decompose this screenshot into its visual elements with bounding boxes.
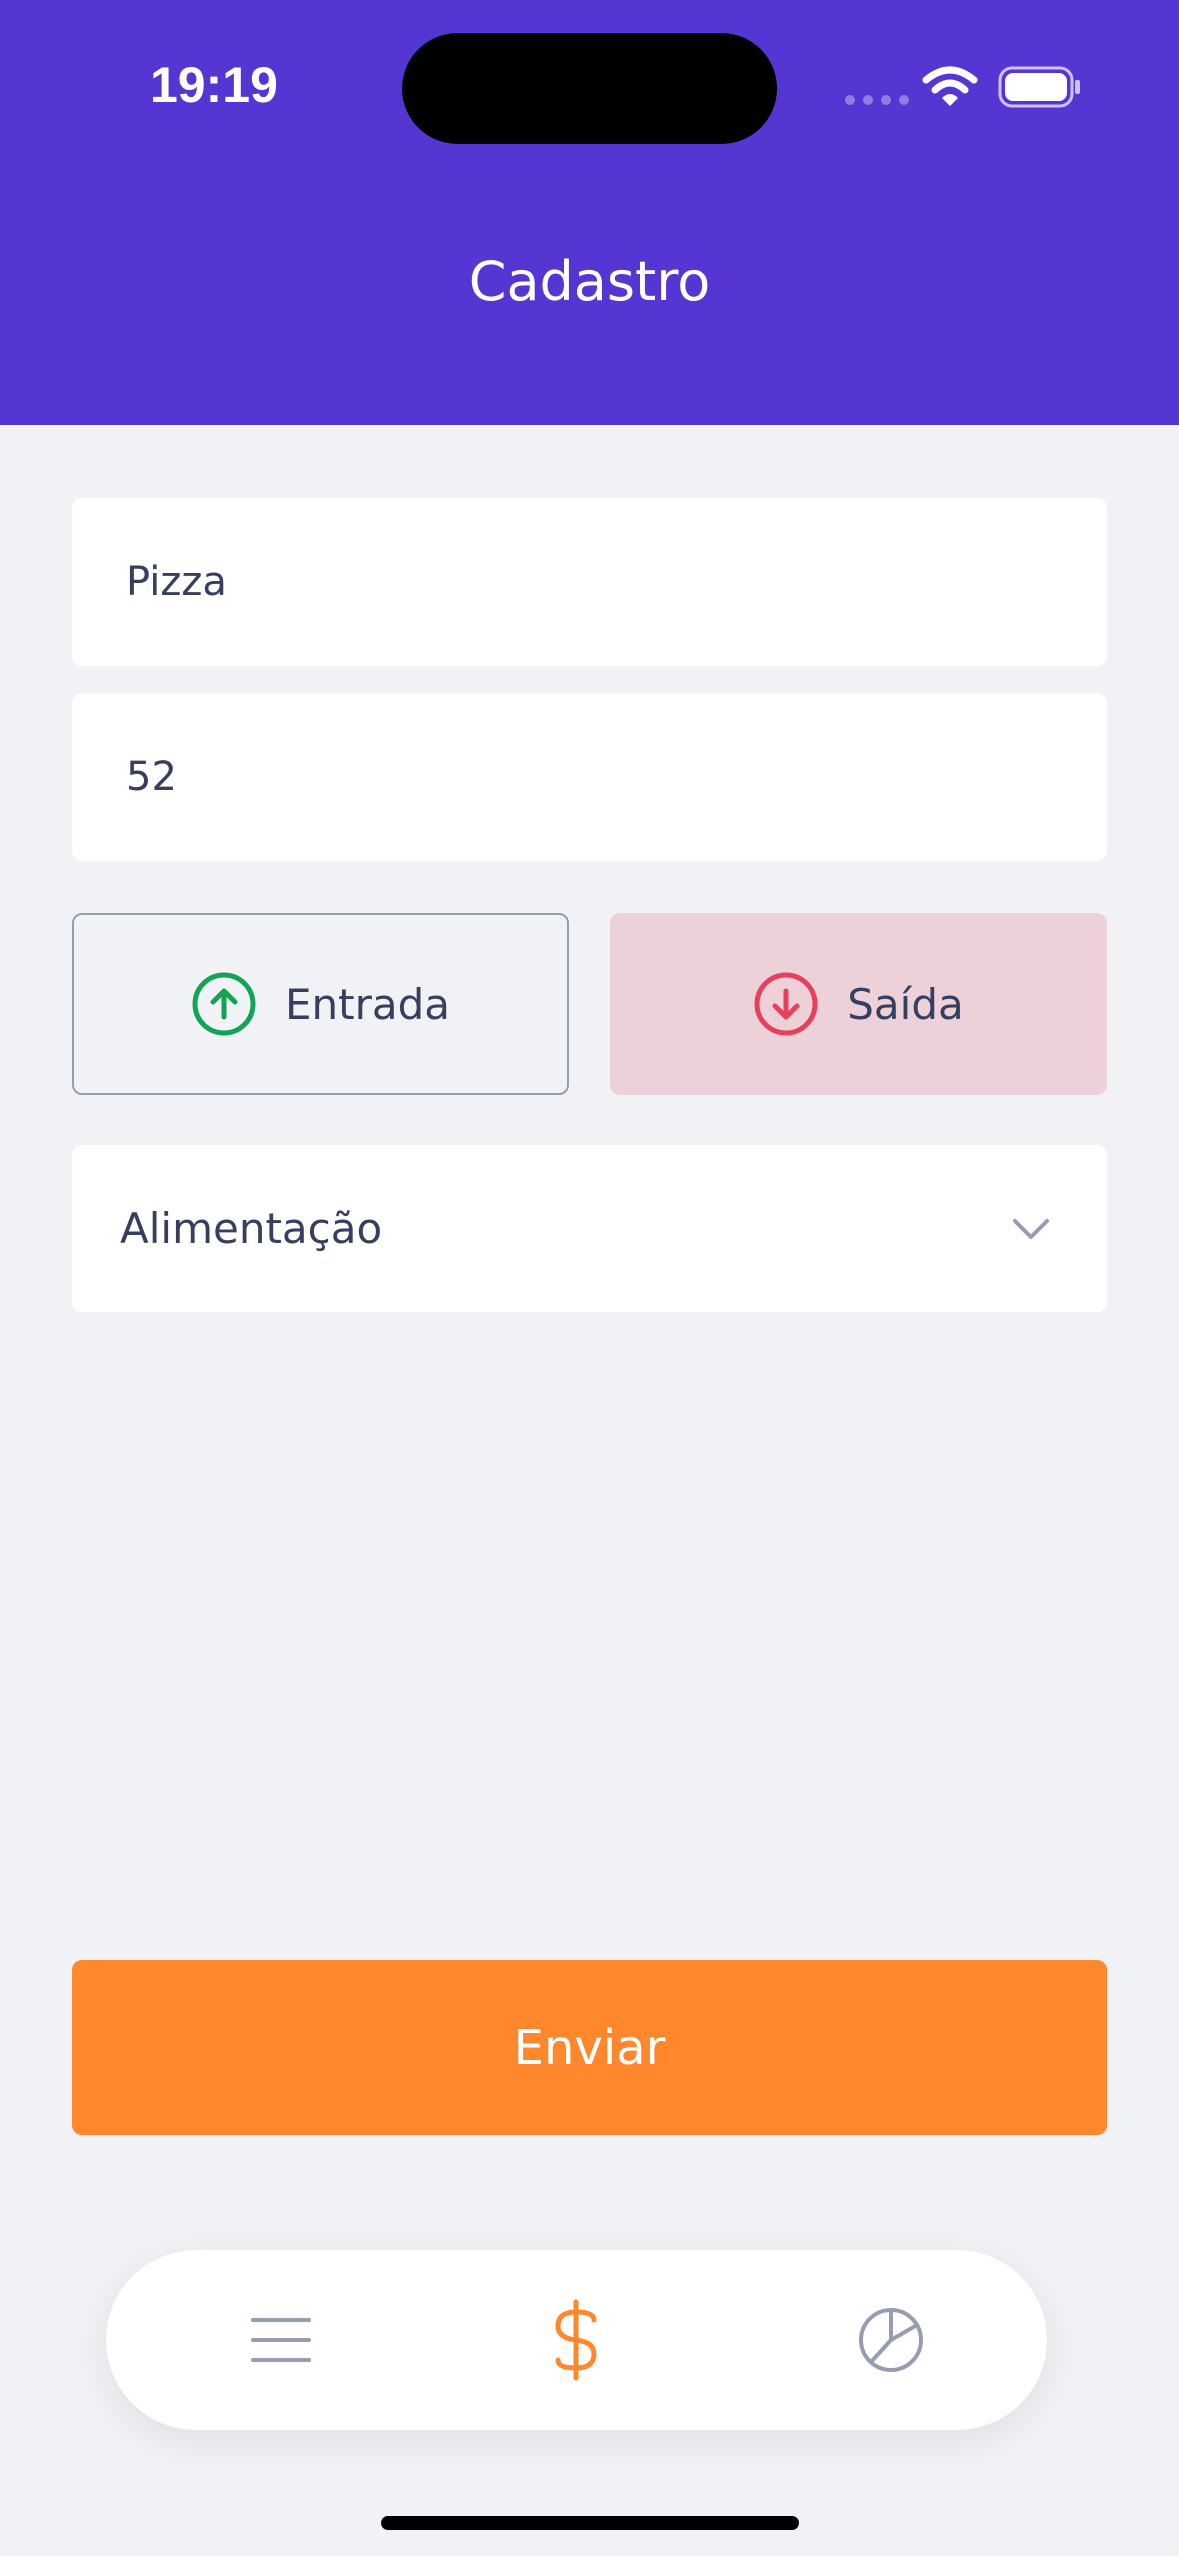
arrow-up-circle-icon — [192, 972, 256, 1036]
wifi-icon — [922, 66, 978, 106]
pie-chart-icon[interactable] — [841, 2290, 941, 2390]
status-time: 19:19 — [150, 57, 278, 113]
dynamic-island — [402, 33, 777, 144]
type-income-label: Entrada — [284, 979, 451, 1029]
type-outcome-button[interactable]: Saída — [610, 913, 1107, 1095]
type-outcome-label: Saída — [847, 979, 964, 1029]
submit-button[interactable]: Enviar — [72, 1960, 1107, 2135]
name-field[interactable] — [72, 498, 1107, 666]
category-value: Alimentação — [120, 1204, 383, 1253]
page-title: Cadastro — [468, 250, 711, 313]
dollar-icon[interactable] — [526, 2290, 626, 2390]
tab-bar — [106, 2250, 1047, 2430]
submit-label: Enviar — [513, 2019, 666, 2076]
amount-field[interactable] — [72, 693, 1107, 861]
name-input[interactable] — [72, 498, 1107, 666]
amount-input[interactable] — [72, 693, 1107, 861]
type-income-button[interactable]: Entrada — [72, 913, 569, 1095]
home-indicator — [381, 2516, 799, 2530]
category-select[interactable]: Alimentação — [72, 1145, 1107, 1312]
battery-icon — [998, 66, 1080, 108]
list-icon[interactable] — [231, 2290, 331, 2390]
header: 19:19 Cadastro — [0, 0, 1179, 425]
chevron-down-icon — [1013, 1218, 1049, 1239]
arrow-down-circle-icon — [754, 972, 818, 1036]
